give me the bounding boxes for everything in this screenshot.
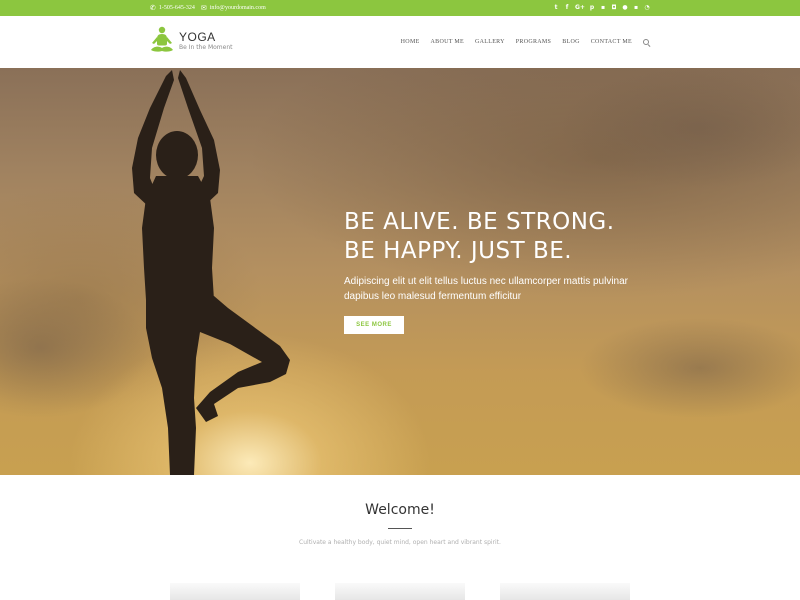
phone-icon: ✆ — [150, 3, 156, 12]
top-bar: ✆ 1-505-645-324 ✉ info@yourdomain.com t … — [0, 0, 800, 16]
phone-contact[interactable]: ✆ 1-505-645-324 — [150, 3, 195, 12]
email-icon: ✉ — [200, 3, 207, 12]
welcome-title: Welcome! — [365, 502, 435, 518]
see-more-button[interactable]: SEE MORE — [344, 316, 404, 334]
hero-subtext-line-2: dapibus leo malesud fermentum efficitur — [344, 291, 522, 302]
search-icon[interactable] — [643, 38, 650, 46]
hero-headline: BE ALIVE. BE STRONG. BE HAPPY. JUST BE. — [344, 208, 664, 266]
yoga-silhouette-image — [0, 68, 800, 475]
welcome-subtitle: Cultivate a healthy body, quiet mind, op… — [299, 539, 501, 546]
main-nav: HOME ABOUT ME GALLERY PROGRAMS BLOG CONT… — [401, 16, 650, 68]
email-contact[interactable]: ✉ info@yourdomain.com — [200, 3, 266, 12]
nav-blog[interactable]: BLOG — [562, 39, 580, 45]
google-plus-icon[interactable]: G+ — [575, 5, 585, 11]
thumbnail-image[interactable] — [335, 583, 465, 600]
logo-title: YOGA — [179, 30, 216, 44]
thumbnail-row — [170, 583, 630, 600]
nav-programs[interactable]: PROGRAMS — [516, 39, 551, 45]
rss-icon[interactable]: ◔ — [644, 5, 650, 11]
title-divider — [388, 528, 412, 529]
site-logo[interactable]: YOGA Be In the Moment — [150, 26, 233, 56]
logo-tagline: Be In the Moment — [179, 44, 233, 51]
facebook-icon[interactable]: f — [564, 5, 570, 11]
twitter-icon[interactable]: t — [553, 5, 559, 11]
thumbnail-image[interactable] — [500, 583, 630, 600]
meditation-logo-icon — [151, 26, 173, 52]
site-header: YOGA Be In the Moment HOME ABOUT ME GALL… — [0, 16, 800, 68]
thumbnail-image[interactable] — [170, 583, 300, 600]
linkedin-icon[interactable]: ▪ — [600, 5, 606, 11]
vimeo-icon[interactable]: ▪ — [633, 5, 639, 11]
instagram-icon[interactable]: ◘ — [611, 5, 617, 11]
hero-headline-line-2: BE HAPPY. JUST BE. — [344, 238, 573, 264]
hero-headline-line-1: BE ALIVE. BE STRONG. — [344, 209, 615, 235]
pinterest-icon[interactable]: p — [589, 5, 595, 11]
nav-contact-me[interactable]: CONTACT ME — [591, 39, 632, 45]
nav-home[interactable]: HOME — [401, 39, 420, 45]
email-address: info@yourdomain.com — [209, 5, 266, 11]
social-links: t f G+ p ▪ ◘ ● ▪ ◔ — [553, 0, 650, 16]
welcome-section: Welcome! Cultivate a healthy body, quiet… — [0, 475, 800, 600]
hero-banner: BE ALIVE. BE STRONG. BE HAPPY. JUST BE. … — [0, 68, 800, 475]
contact-info: ✆ 1-505-645-324 ✉ info@yourdomain.com — [150, 0, 266, 16]
hero-subtext: Adipiscing elit ut elit tellus luctus ne… — [344, 274, 644, 304]
flickr-icon[interactable]: ● — [622, 5, 628, 11]
nav-about-me[interactable]: ABOUT ME — [431, 39, 464, 45]
nav-gallery[interactable]: GALLERY — [475, 39, 505, 45]
phone-number: 1-505-645-324 — [158, 5, 195, 11]
hero-subtext-line-1: Adipiscing elit ut elit tellus luctus ne… — [344, 276, 629, 287]
